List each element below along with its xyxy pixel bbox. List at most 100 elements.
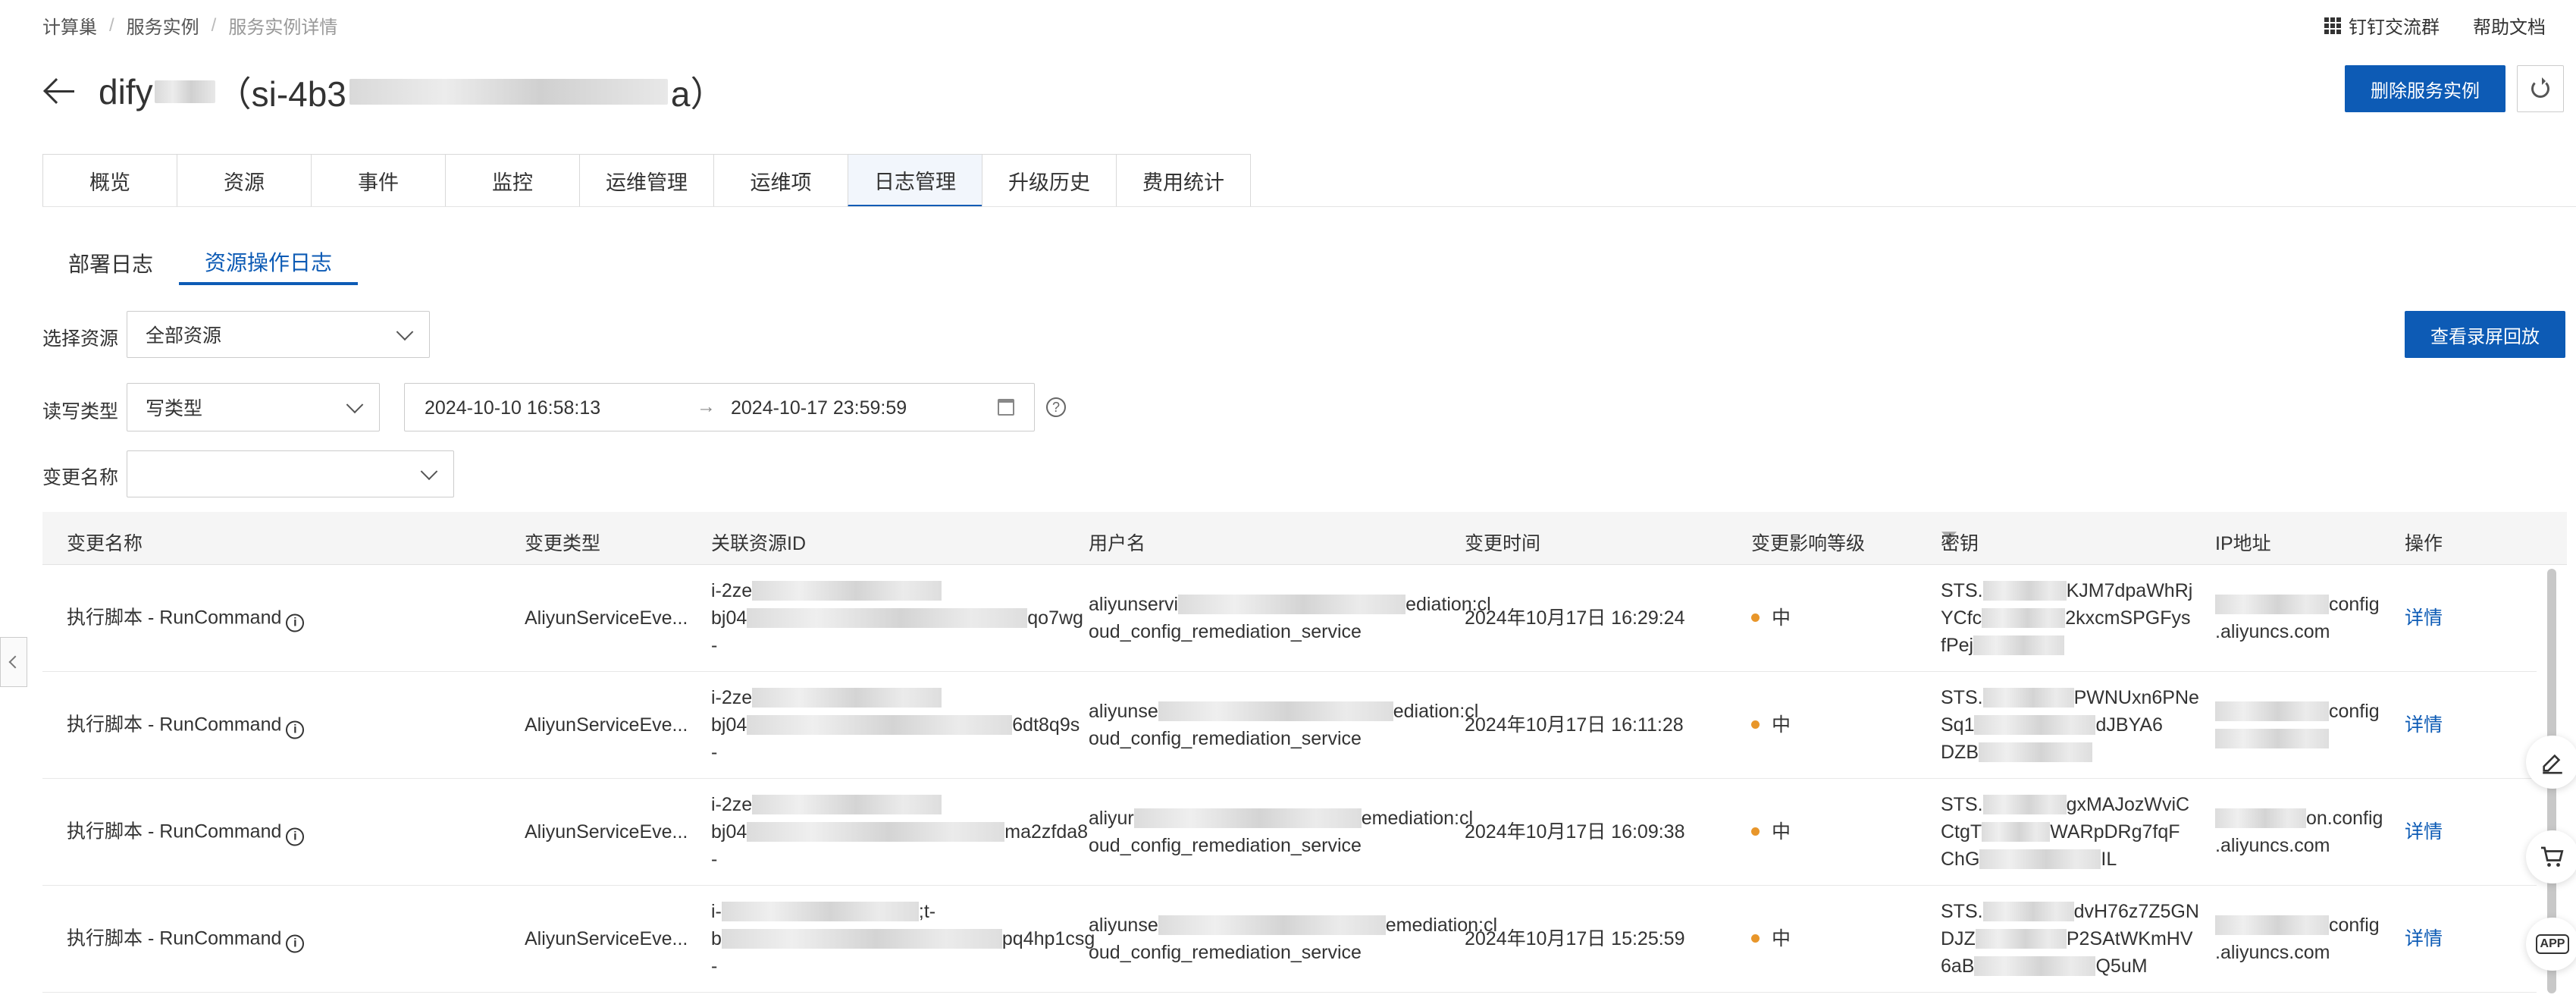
change-name-select[interactable] <box>127 450 454 497</box>
column-header-username: 用户名 <box>1089 533 1146 554</box>
redacted-text <box>1973 635 2065 655</box>
tab-cost-statistics[interactable]: 费用统计 <box>1116 154 1251 207</box>
help-icon[interactable]: ? <box>1046 397 1066 417</box>
redacted-text <box>1982 608 2066 628</box>
impact-level-text: 中 <box>1772 821 1791 843</box>
column-header-change-name: 变更名称 <box>67 533 143 554</box>
change-time-cell: 2024年10月17日 16:29:24 <box>1465 607 1685 629</box>
tab-ops-management[interactable]: 运维管理 <box>579 154 714 207</box>
info-icon[interactable]: i <box>286 934 305 953</box>
redacted-text <box>1974 715 2096 735</box>
redacted-text <box>1975 929 2067 949</box>
ip-line1: config <box>2329 701 2380 722</box>
key-line3a: 6aB <box>1941 956 1975 977</box>
tab-events[interactable]: 事件 <box>311 154 446 207</box>
info-icon[interactable]: i <box>286 720 305 739</box>
resource-select[interactable]: 全部资源 <box>127 311 430 358</box>
info-icon[interactable]: i <box>286 613 305 632</box>
table-row: 执行脚本 - RunCommand i AliyunServiceEve... i… <box>42 565 2537 672</box>
tab-ops-items[interactable]: 运维项 <box>713 154 848 207</box>
redacted-text <box>1982 581 2067 601</box>
change-time-cell: 2024年10月17日 15:25:59 <box>1465 928 1685 949</box>
info-icon[interactable]: i <box>286 827 305 846</box>
details-link[interactable]: 详情 <box>2405 604 2443 632</box>
breadcrumb-item-service-instances[interactable]: 服务实例 <box>127 12 199 39</box>
key-line2b: P2SAtWKmHV <box>2066 928 2193 949</box>
tab-upgrade-history[interactable]: 升级历史 <box>982 154 1117 207</box>
ip-line1: config <box>2329 915 2380 936</box>
tab-overview[interactable]: 概览 <box>42 154 177 207</box>
title-instance-id-start: （si-4b3 <box>216 74 346 114</box>
details-link[interactable]: 详情 <box>2405 711 2443 739</box>
redacted-text <box>2215 915 2329 935</box>
refresh-icon <box>2531 77 2549 98</box>
username-line1b: emediation:cl <box>1361 808 1474 829</box>
key-line1a: STS. <box>1941 901 1983 922</box>
redacted-text <box>752 688 942 708</box>
redacted-text <box>1178 595 1406 614</box>
redacted-text <box>1979 849 2101 869</box>
dingtalk-label: 钉钉交流群 <box>2349 17 2440 38</box>
change-type-cell: AliyunServiceEve... <box>525 821 688 843</box>
resource-id-cell: i-2ze bj04 qo7wg - <box>711 577 1083 659</box>
username-line1a: aliyur <box>1089 808 1134 829</box>
app-icon[interactable]: APP <box>2526 918 2576 971</box>
change-name-text: 执行脚本 - RunCommand <box>67 821 282 843</box>
key-line1a: STS. <box>1941 580 1983 601</box>
redacted-text <box>1982 795 2067 814</box>
details-link[interactable]: 详情 <box>2405 925 2443 952</box>
redacted-text <box>721 902 919 921</box>
resource-id-line3: - <box>711 742 718 763</box>
redacted-text <box>1158 915 1386 935</box>
tabs-divider <box>42 206 2576 207</box>
page-title: dify （si-4b3 a） <box>99 67 725 117</box>
tab-log-management[interactable]: 日志管理 <box>848 154 982 207</box>
dingtalk-group-link[interactable]: 钉钉交流群 <box>2324 12 2440 39</box>
resource-id-cell: i-2ze bj04 ma2zfda8 - <box>711 791 1088 873</box>
column-header-change-type: 变更类型 <box>525 533 601 554</box>
top-links: 钉钉交流群 帮助文档 <box>2324 12 2546 39</box>
redacted-text <box>349 79 668 105</box>
ip-address-cell: on.config .aliyuncs.com <box>2215 805 2383 859</box>
tab-resources[interactable]: 资源 <box>177 154 312 207</box>
key-line1b: dvH76z7Z5GN <box>2073 901 2199 922</box>
change-name-cell: 执行脚本 - RunCommand i <box>67 818 305 846</box>
resource-id-cell: i-2ze bj04 6dt8q9s - <box>711 684 1080 766</box>
column-header-key: 密钥 <box>1941 533 1979 554</box>
subtab-resource-operation-logs[interactable]: 资源操作日志 <box>179 241 359 285</box>
breadcrumb-separator: / <box>211 14 217 36</box>
refresh-button[interactable] <box>2517 65 2564 112</box>
tab-monitoring[interactable]: 监控 <box>445 154 580 207</box>
resource-filter-label: 选择资源 <box>42 328 119 350</box>
change-name-text: 执行脚本 - RunCommand <box>67 927 282 949</box>
ip-line1: on.config <box>2306 808 2383 829</box>
sidebar-toggle[interactable] <box>0 637 27 687</box>
key-line1b: PWNUxn6PNe <box>2073 687 2199 708</box>
delete-instance-button[interactable]: 删除服务实例 <box>2345 65 2505 112</box>
view-screen-replay-button[interactable]: 查看录屏回放 <box>2405 311 2565 358</box>
date-range-picker[interactable]: 2024-10-10 16:58:13 → 2024-10-17 23:59:5… <box>404 383 1035 431</box>
column-header-resource-id: 关联资源ID <box>711 533 807 554</box>
resource-id-line3: - <box>711 635 718 656</box>
resource-id-line2b: 6dt8q9s <box>1012 714 1080 736</box>
resource-id-line1b: ;t- <box>918 901 936 922</box>
change-name-text: 执行脚本 - RunCommand <box>67 607 282 629</box>
back-arrow-icon[interactable] <box>42 75 76 108</box>
edit-icon[interactable] <box>2526 736 2576 789</box>
date-start: 2024-10-10 16:58:13 <box>425 397 601 419</box>
redacted-text <box>1979 742 2092 762</box>
breadcrumb-item-compute-nest[interactable]: 计算巢 <box>42 12 97 39</box>
help-docs-link[interactable]: 帮助文档 <box>2473 12 2546 39</box>
change-type-cell: AliyunServiceEve... <box>525 928 688 949</box>
key-line2a: DJZ <box>1941 928 1976 949</box>
key-cell: STS. gxMAJozWviC CtgT WARpDRg7fqF ChG IL <box>1941 791 2189 873</box>
redacted-text <box>2215 701 2329 721</box>
chevron-down-icon <box>396 323 414 341</box>
change-name-text: 执行脚本 - RunCommand <box>67 714 282 736</box>
rw-type-select[interactable]: 写类型 <box>127 383 380 431</box>
details-link[interactable]: 详情 <box>2405 818 2443 846</box>
resource-id-line1: i-2ze <box>711 580 753 601</box>
subtab-deploy-logs[interactable]: 部署日志 <box>42 241 179 285</box>
ip-line1: config <box>2329 594 2380 615</box>
cart-icon[interactable] <box>2526 830 2576 883</box>
